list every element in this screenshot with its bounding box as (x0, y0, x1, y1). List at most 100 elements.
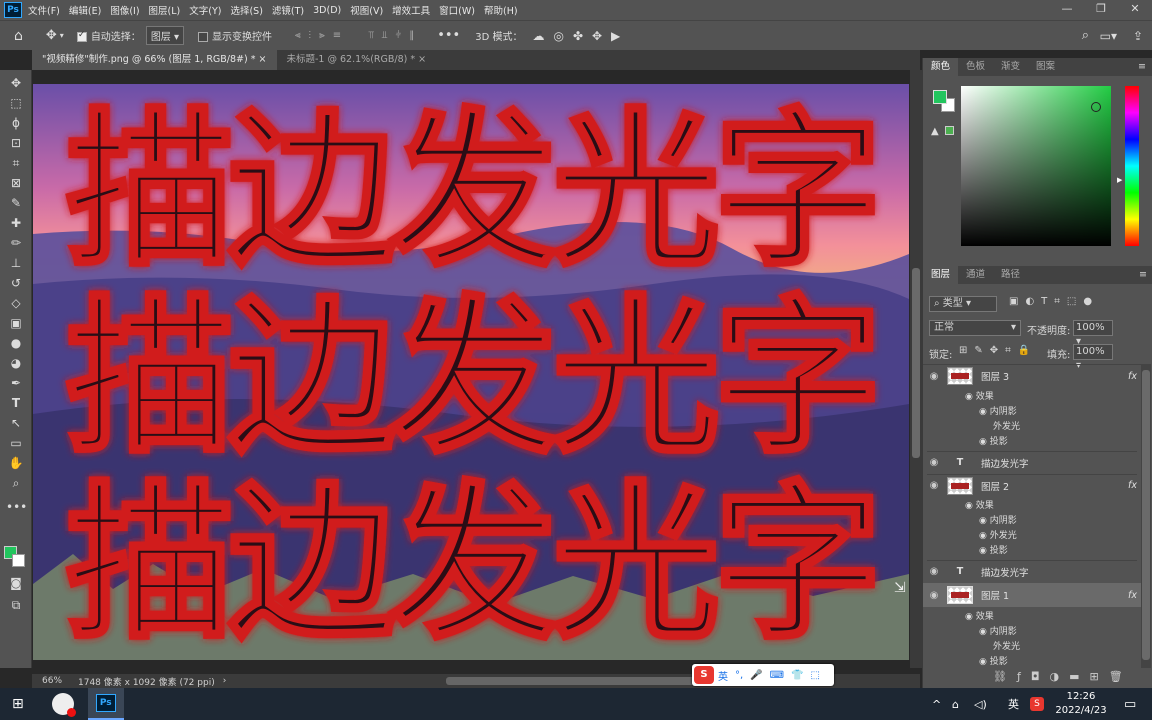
fx-icon[interactable]: fx (1128, 371, 1137, 382)
history-brush-icon[interactable]: ↺ (6, 274, 26, 292)
distribute-icons[interactable]: ⫪⫫⫩‖ (368, 30, 422, 41)
eyedropper-tool-icon[interactable]: ✎ (6, 194, 26, 212)
color-picker-field[interactable] (961, 86, 1111, 246)
windows-start-icon[interactable]: ⊞ (12, 696, 24, 712)
fg-color-chip[interactable] (933, 90, 947, 104)
clock[interactable]: 12:26 2022/4/23 (1054, 690, 1108, 718)
speaker-icon[interactable]: ◁) (974, 698, 987, 711)
healing-tool-icon[interactable]: ✚ (6, 214, 26, 232)
layer-name[interactable]: 描边发光字 (981, 565, 1029, 579)
ime-lang[interactable]: 英 (718, 668, 728, 683)
dodge-tool-icon[interactable]: ◕ (6, 354, 26, 372)
lock-icons[interactable]: ⊞✎✥⌗🔒 (959, 345, 1037, 356)
tab-untitled-document[interactable]: 未标题-1 @ 62.1%(RGB/8) * × (277, 50, 437, 70)
layer-name[interactable]: 描边发光字 (981, 456, 1029, 470)
visibility-eye-icon[interactable]: ◉ (927, 371, 941, 382)
menu-image[interactable]: 图像(I) (110, 3, 139, 17)
panel-menu-icon[interactable]: ≡ (1138, 58, 1146, 76)
punctuation-icon[interactable]: °, (735, 670, 743, 681)
stamp-tool-icon[interactable]: ⊥ (6, 254, 26, 272)
3d-tools-icons[interactable]: ☁◎✤✥▶ (532, 29, 629, 43)
type-tool-icon[interactable]: T (6, 394, 26, 412)
menu-filter[interactable]: 滤镜(T) (272, 3, 304, 17)
skin-icon[interactable]: 👕 (791, 670, 803, 681)
fx-icon[interactable]: fx (1128, 480, 1137, 491)
effect-item[interactable]: ◉ 内阴影 (979, 513, 1017, 526)
minimize-button[interactable]: — (1050, 0, 1084, 20)
quick-mask-icon[interactable]: ◙ (6, 574, 26, 592)
effects-label[interactable]: ◉ 效果 (965, 498, 994, 511)
network-icon[interactable]: ⌂ (952, 698, 959, 711)
close-tab-icon[interactable]: × (418, 54, 426, 65)
screen-mode-icon[interactable]: ⧉ (6, 596, 26, 614)
layer-filter-dropdown[interactable]: ⌕ 类型 ▾ (929, 296, 997, 312)
visibility-eye-icon[interactable]: ◉ (927, 566, 941, 577)
document-canvas[interactable]: 描边发光字 描边发光字 描边发光字 (33, 84, 909, 660)
panel-menu-icon[interactable]: ≡ (1139, 266, 1147, 284)
home-icon[interactable]: ⌂ (14, 28, 23, 44)
visibility-eye-icon[interactable]: ◉ (927, 457, 941, 468)
effect-item[interactable]: ◉ 外发光 (979, 528, 1017, 541)
tab-color[interactable]: 颜色 (923, 58, 959, 76)
sogou-logo-icon[interactable]: S (694, 666, 714, 684)
vertical-scrollbar[interactable] (910, 70, 922, 668)
layers-scrollbar[interactable] (1141, 364, 1151, 668)
status-menu-arrow[interactable]: › (223, 676, 227, 686)
effects-label[interactable]: ◉ 效果 (965, 609, 994, 622)
move-tool-icon[interactable]: ✥ (46, 28, 57, 43)
tab-active-document[interactable]: "视频精修"制作.png @ 66% (图层 1, RGB/8#) * × (32, 50, 277, 70)
fx-icon[interactable]: fx (1128, 590, 1137, 601)
layer-row[interactable]: ◉ 图层 3 fx (927, 365, 1137, 387)
effect-item[interactable]: ◉ 内阴影 (979, 624, 1017, 637)
tab-gradients[interactable]: 渐变 (993, 58, 1028, 76)
tray-lang[interactable]: 英 (1008, 696, 1019, 712)
menu-3d[interactable]: 3D(D) (313, 5, 341, 16)
auto-select-checkbox[interactable]: 自动选择： (76, 28, 141, 43)
restore-button[interactable]: ❐ (1084, 0, 1118, 20)
web-safe-color-chip[interactable] (945, 126, 954, 135)
effects-label[interactable]: ◉ 效果 (965, 389, 994, 402)
search-icon[interactable]: ⌕ (1082, 28, 1089, 43)
object-select-tool-icon[interactable]: ⊡ (6, 134, 26, 152)
keyboard-icon[interactable]: ⌨ (770, 670, 784, 681)
tab-patterns[interactable]: 图案 (1028, 58, 1063, 76)
eraser-tool-icon[interactable]: ◇ (6, 294, 26, 312)
frame-tool-icon[interactable]: ⊠ (6, 174, 26, 192)
path-select-tool-icon[interactable]: ↖ (6, 414, 26, 432)
blur-tool-icon[interactable]: ● (6, 334, 26, 352)
recorder-app-icon[interactable] (51, 693, 76, 717)
photoshop-app-icon[interactable]: Ps (4, 2, 22, 18)
effect-item[interactable]: 外发光 (993, 419, 1020, 432)
visibility-eye-icon[interactable]: ◉ (927, 480, 941, 491)
menu-help[interactable]: 帮助(H) (484, 3, 518, 17)
fill-input[interactable]: 100% ▾ (1073, 344, 1113, 371)
layer-row-selected[interactable]: ◉ 图层 1 fx (927, 584, 1137, 606)
layer-name[interactable]: 图层 1 (981, 588, 1009, 602)
menu-window[interactable]: 窗口(W) (439, 3, 475, 17)
tab-channels[interactable]: 通道 (958, 266, 993, 284)
layers-scrollbar-thumb[interactable] (1142, 370, 1150, 660)
hue-slider[interactable] (1125, 86, 1139, 246)
blend-mode-dropdown[interactable]: 正常 ▾ (929, 320, 1021, 336)
menu-edit[interactable]: 编辑(E) (69, 3, 101, 17)
menu-select[interactable]: 选择(S) (230, 3, 262, 17)
layer-row[interactable]: ◉ T 描边发光字 (927, 560, 1137, 582)
sogou-tray-icon[interactable]: S (1030, 697, 1044, 711)
close-button[interactable]: ✕ (1118, 0, 1152, 20)
menu-view[interactable]: 视图(V) (350, 3, 383, 17)
gamut-warning-icon[interactable]: ▲ (931, 126, 939, 137)
auto-select-dropdown[interactable]: 图层 ▾ (145, 26, 185, 45)
chevron-down-icon[interactable]: ▾ (60, 31, 64, 40)
background-color-swatch[interactable] (12, 554, 25, 567)
layer-name[interactable]: 图层 3 (981, 369, 1009, 383)
effect-item[interactable]: ◉ 投影 (979, 654, 1008, 667)
zoom-level[interactable]: 66% (42, 676, 78, 686)
show-transform-checkbox[interactable]: 显示变换控件 (198, 28, 272, 43)
brush-tool-icon[interactable]: ✏ (6, 234, 26, 252)
menu-file[interactable]: 文件(F) (28, 3, 60, 17)
hand-tool-icon[interactable]: ✋ (6, 454, 26, 472)
rectangle-tool-icon[interactable]: ▭ (6, 434, 26, 452)
menu-layer[interactable]: 图层(L) (149, 3, 181, 17)
crop-tool-icon[interactable]: ⌗ (6, 154, 26, 172)
taskbar-photoshop[interactable]: Ps (87, 688, 124, 720)
